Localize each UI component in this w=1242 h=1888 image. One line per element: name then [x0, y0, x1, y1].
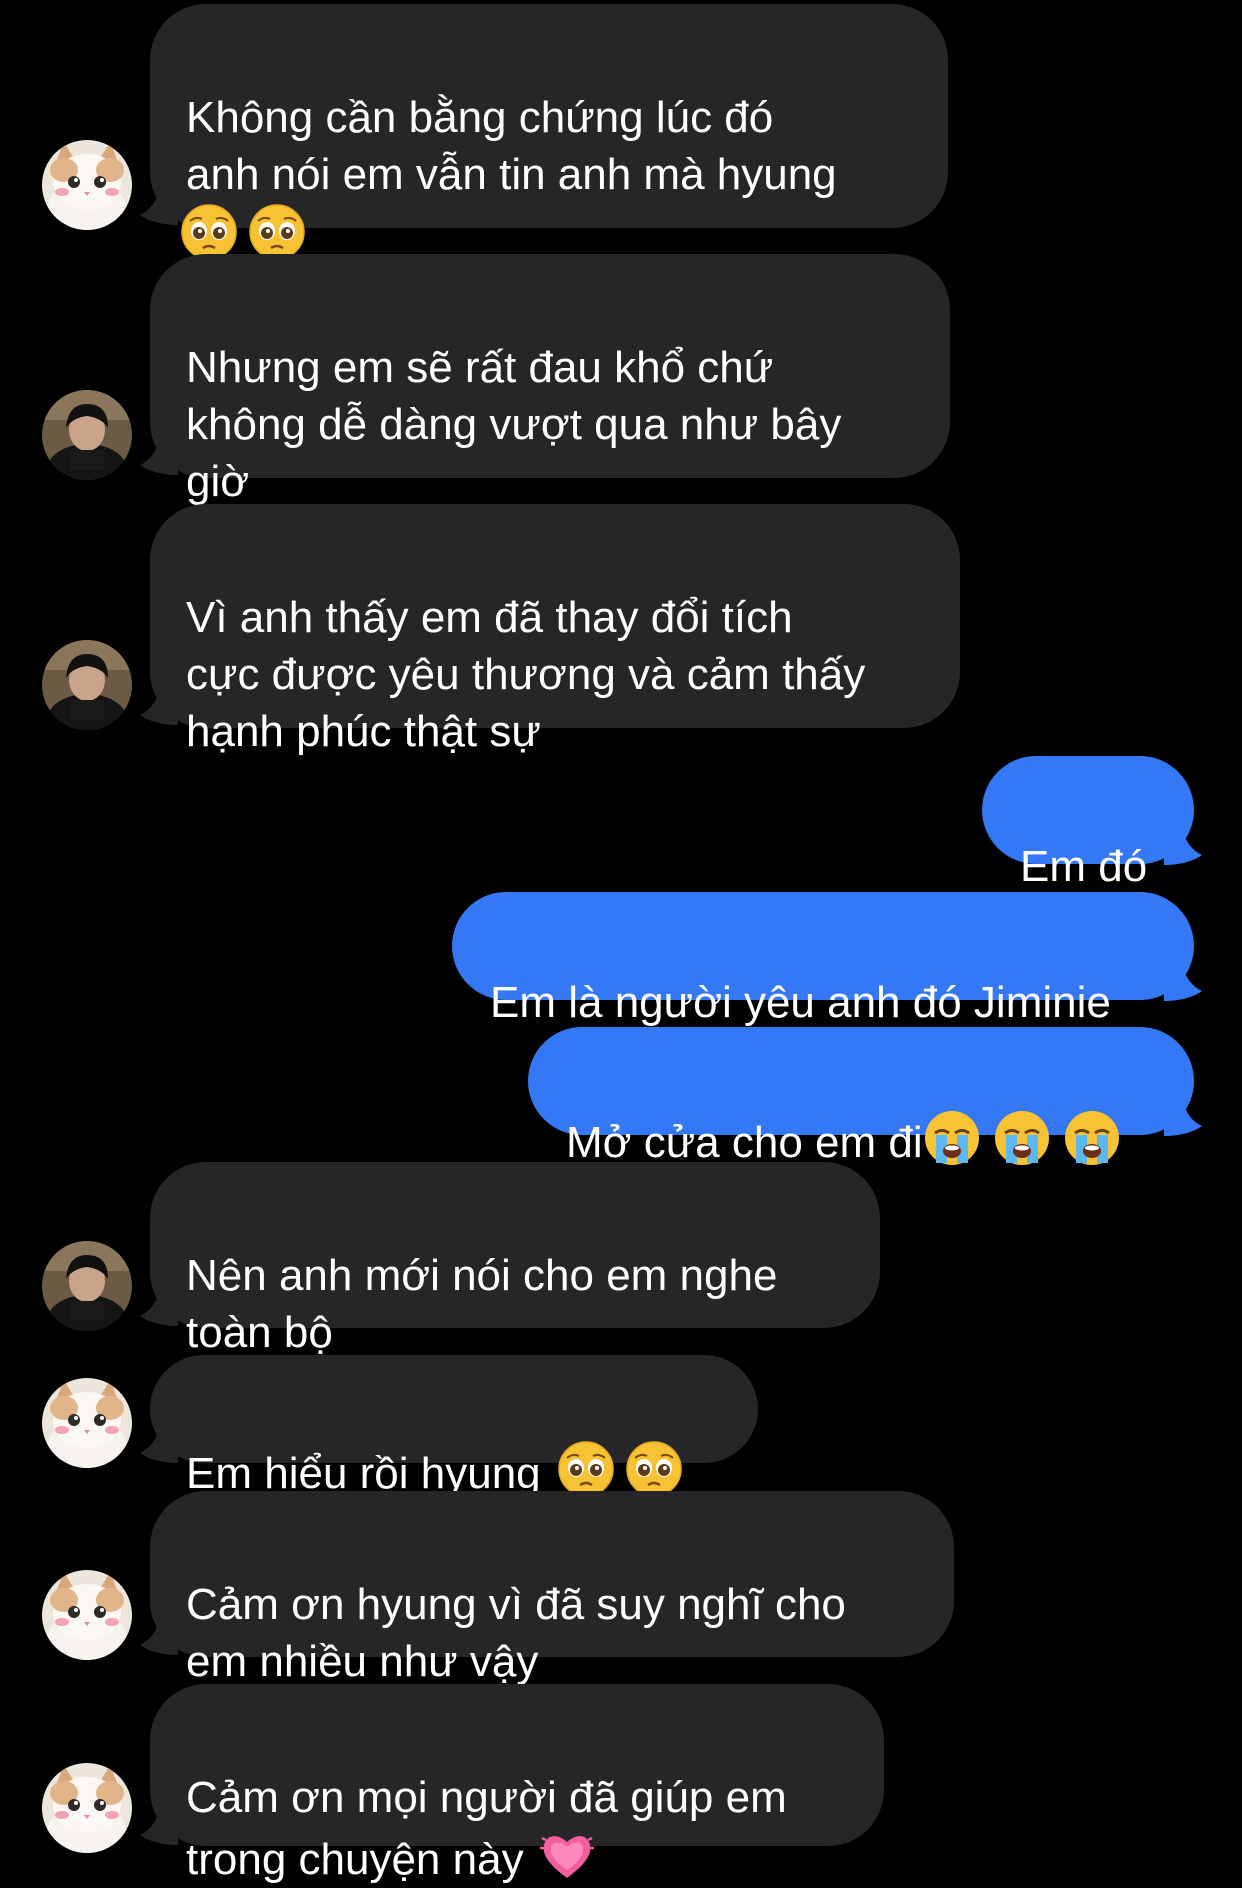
cat-avatar[interactable]: [42, 1763, 132, 1853]
message-bubble[interactable]: Mở cửa cho em đi: [528, 1027, 1194, 1167]
message-text: Vì anh thấy em đã thay đổi tích cực được…: [186, 593, 866, 756]
cat-avatar[interactable]: [42, 1378, 132, 1468]
message-bubble[interactable]: Nhưng em sẽ rất đau khổ chứ không dễ dàn…: [150, 254, 950, 506]
pleading-face-emoji: [625, 1440, 683, 1498]
message-text: Cảm ơn mọi người đã giúp em trong chuyện…: [186, 1773, 787, 1884]
message-bubble[interactable]: Không cần bằng chứng lúc đó anh nói em v…: [150, 4, 948, 260]
cat-avatar[interactable]: [42, 1570, 132, 1660]
loudly-crying-face-emoji: [993, 1109, 1051, 1167]
message-text: Em đó: [1020, 842, 1148, 891]
message-text: Không cần bằng chứng lúc đó anh nói em v…: [186, 93, 837, 199]
pleading-face-emoji: [180, 203, 238, 261]
message-bubble[interactable]: Nên anh mới nói cho em nghe toàn bộ: [150, 1162, 880, 1357]
message-bubble[interactable]: Em là người yêu anh đó Jiminie: [452, 892, 1194, 1027]
pleading-face-emoji: [557, 1440, 615, 1498]
message-text: Mở cửa cho em đi: [566, 1118, 923, 1167]
message-bubble[interactable]: Vì anh thấy em đã thay đổi tích cực được…: [150, 504, 960, 756]
message-text: Cảm ơn hyung vì đã suy nghĩ cho em nhiều…: [186, 1580, 846, 1686]
message-bubble[interactable]: Em hiểu rồi hyung: [150, 1355, 758, 1498]
message-text: Nên anh mới nói cho em nghe toàn bộ: [186, 1251, 778, 1357]
person-avatar[interactable]: [42, 390, 132, 480]
person-avatar[interactable]: [42, 640, 132, 730]
message-bubble[interactable]: Cảm ơn hyung vì đã suy nghĩ cho em nhiều…: [150, 1491, 954, 1686]
message-text: Em là người yêu anh đó Jiminie: [490, 978, 1111, 1027]
pleading-face-emoji: [248, 203, 306, 261]
loudly-crying-face-emoji: [1063, 1109, 1121, 1167]
message-bubble[interactable]: Em đó: [982, 756, 1194, 891]
person-avatar[interactable]: [42, 1241, 132, 1331]
growing-heart-emoji: [538, 1826, 596, 1884]
loudly-crying-face-emoji: [923, 1109, 981, 1167]
message-bubble[interactable]: Cảm ơn mọi người đã giúp em trong chuyện…: [150, 1684, 884, 1884]
message-text: Nhưng em sẽ rất đau khổ chứ không dễ dàn…: [186, 343, 842, 506]
cat-avatar[interactable]: [42, 140, 132, 230]
